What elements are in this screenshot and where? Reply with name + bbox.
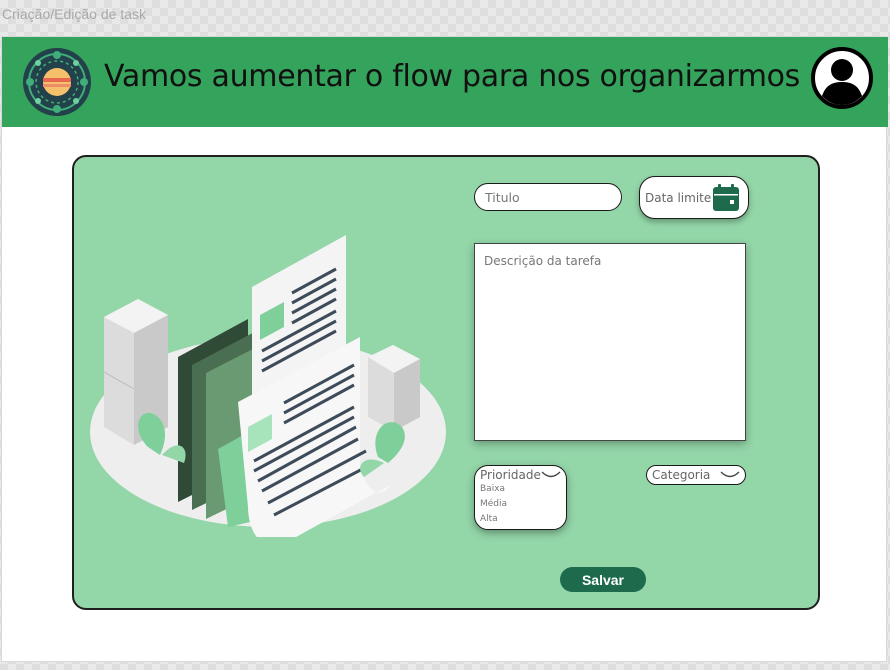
priority-header[interactable]: Prioridade	[480, 468, 561, 482]
priority-dropdown[interactable]: Prioridade Baixa Média Alta	[474, 465, 567, 530]
frame-label: Criação/Edição de task	[2, 6, 146, 22]
title-input[interactable]: Titulo	[474, 183, 622, 211]
task-editor-frame: Vamos aumentar o flow para nos organizar…	[1, 36, 888, 662]
deadline-label: Data limite	[645, 190, 712, 205]
calendar-icon[interactable]	[713, 184, 739, 211]
mandala-logo-icon[interactable]	[22, 47, 92, 117]
category-label: Categoria	[652, 468, 711, 482]
category-dropdown[interactable]: Categoria	[646, 465, 746, 485]
chevron-down-icon	[541, 471, 561, 478]
priority-option-baixa[interactable]: Baixa	[480, 484, 561, 494]
deadline-field[interactable]: Data limite	[639, 176, 749, 219]
priority-option-media[interactable]: Média	[480, 499, 561, 509]
page-title: Vamos aumentar o flow para nos organizar…	[103, 59, 801, 94]
task-form-card: Titulo Data limite Descrição da tarefa P…	[72, 155, 820, 610]
priority-label: Prioridade	[480, 468, 541, 482]
user-avatar-icon[interactable]	[810, 46, 874, 110]
documents-illustration	[90, 235, 446, 537]
save-button[interactable]: Salvar	[560, 567, 646, 592]
app-header: Vamos aumentar o flow para nos organizar…	[2, 37, 888, 127]
priority-option-alta[interactable]: Alta	[480, 514, 561, 524]
chevron-down-icon	[720, 471, 740, 478]
description-textarea[interactable]: Descrição da tarefa	[474, 243, 746, 441]
